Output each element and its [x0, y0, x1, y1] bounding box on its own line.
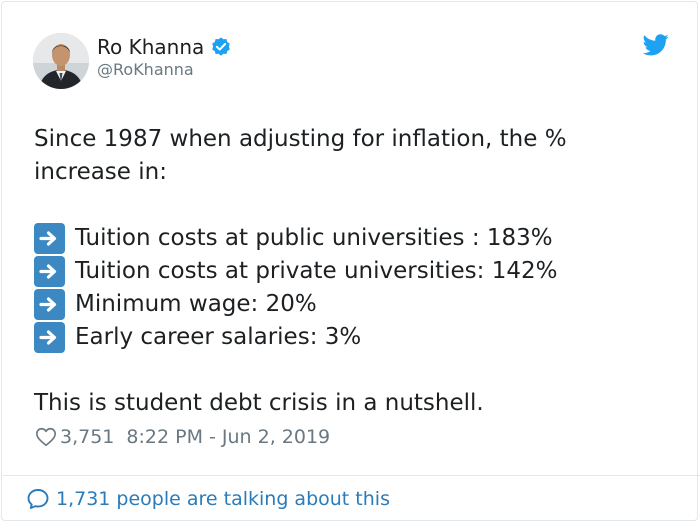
tweet-meta: 3,751 8:22 PM - Jun 2, 2019	[35, 425, 330, 449]
tweet-card: Ro Khanna @RoKhanna Since 1987 when adju…	[1, 1, 700, 521]
twitter-bird-icon[interactable]	[643, 34, 669, 56]
list-item: Early career salaries: 3%	[34, 321, 664, 354]
list-item-text: Tuition costs at public universities : 1…	[75, 225, 553, 251]
right-arrow-emoji-icon	[34, 322, 65, 353]
avatar-photo	[33, 33, 89, 89]
tweet-timestamp[interactable]: 8:22 PM - Jun 2, 2019	[126, 425, 330, 449]
author-handle[interactable]: @RoKhanna	[97, 60, 194, 80]
tweet-intro: Since 1987 when adjusting for inflation,…	[34, 126, 567, 185]
list-item-text: Minimum wage: 20%	[75, 291, 317, 317]
list-item: Tuition costs at public universities : 1…	[34, 222, 664, 255]
heart-icon[interactable]	[35, 426, 57, 448]
tweet-text: Since 1987 when adjusting for inflation,…	[34, 123, 664, 420]
list-item: Tuition costs at private universities: 1…	[34, 255, 664, 288]
list-item-text: Tuition costs at private universities: 1…	[75, 258, 558, 284]
right-arrow-emoji-icon	[34, 256, 65, 287]
speech-bubble-icon	[27, 489, 49, 509]
list-item: Minimum wage: 20%	[34, 288, 664, 321]
right-arrow-emoji-icon	[34, 223, 65, 254]
right-arrow-emoji-icon	[34, 289, 65, 320]
verified-badge-icon	[212, 37, 231, 56]
tweet-list: Tuition costs at public universities : 1…	[34, 222, 664, 354]
divider	[3, 475, 700, 476]
author-name[interactable]: Ro Khanna	[97, 34, 204, 60]
avatar[interactable]	[33, 33, 89, 89]
tweet-outro: This is student debt crisis in a nutshel…	[34, 390, 484, 416]
list-item-text: Early career salaries: 3%	[75, 324, 362, 350]
author-name-row[interactable]: Ro Khanna	[97, 34, 232, 60]
conversation-link[interactable]: 1,731 people are talking about this	[26, 487, 390, 511]
conversation-count-text[interactable]: 1,731 people are talking about this	[56, 487, 390, 511]
like-count[interactable]: 3,751	[60, 425, 114, 449]
